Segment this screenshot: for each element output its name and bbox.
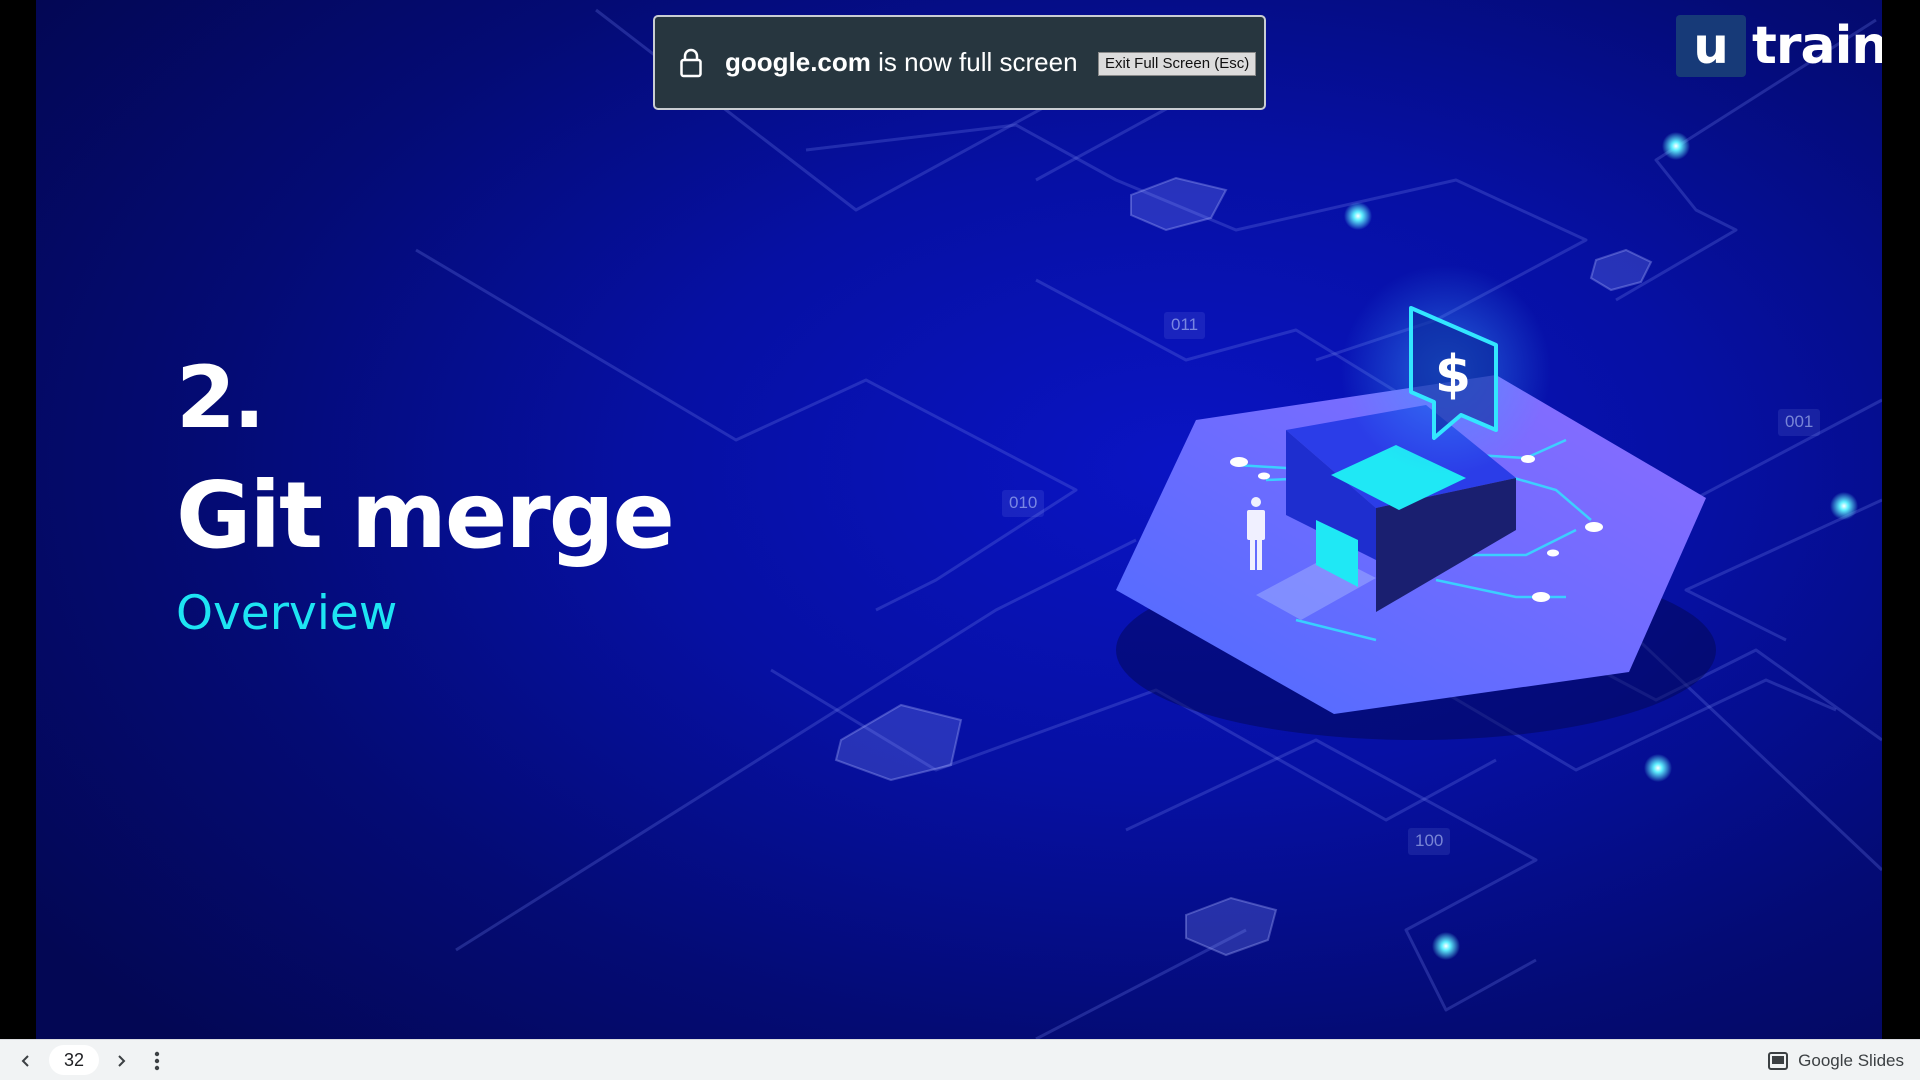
binary-label: 001 xyxy=(1778,409,1821,436)
slide-title: Git merge xyxy=(176,462,675,569)
chevron-right-icon xyxy=(118,1055,126,1067)
utrain-logo: u train xyxy=(1676,15,1882,77)
fullscreen-message: google.com is now full screen xyxy=(725,49,1078,75)
more-options-button[interactable] xyxy=(145,1049,169,1073)
slides-icon xyxy=(1768,1052,1789,1070)
exit-fullscreen-button[interactable]: Exit Full Screen (Esc) xyxy=(1098,52,1257,76)
dollar-icon: $ xyxy=(1435,345,1471,405)
fullscreen-notification: google.com is now full screen Exit Full … xyxy=(653,15,1266,110)
chevron-left-icon xyxy=(21,1055,29,1067)
binary-label: 010 xyxy=(1002,490,1045,517)
next-slide-button[interactable] xyxy=(109,1049,133,1073)
fullscreen-domain: google.com xyxy=(725,47,871,77)
google-slides-label: Google Slides xyxy=(1798,1051,1904,1070)
slide-subtitle: Overview xyxy=(176,586,398,641)
logo-text: train xyxy=(1752,16,1882,76)
section-number: 2. xyxy=(176,348,265,448)
slides-bottom-toolbar: 32 Google Slides xyxy=(0,1039,1920,1080)
lock-icon xyxy=(679,47,703,83)
slide-canvas: $ 011 010 001 100 2. Git merge Overview … xyxy=(36,0,1882,1039)
fullscreen-message-text: is now full screen xyxy=(878,47,1078,77)
isometric-building-illustration: $ xyxy=(1116,265,1716,740)
binary-label: 100 xyxy=(1408,828,1451,855)
slide-number-field[interactable]: 32 xyxy=(49,1045,99,1075)
binary-label: 011 xyxy=(1164,312,1206,339)
logo-mark: u xyxy=(1676,15,1746,77)
google-slides-link[interactable]: Google Slides xyxy=(1768,1051,1904,1071)
previous-slide-button[interactable] xyxy=(14,1049,38,1073)
more-vert-icon xyxy=(154,1051,160,1071)
